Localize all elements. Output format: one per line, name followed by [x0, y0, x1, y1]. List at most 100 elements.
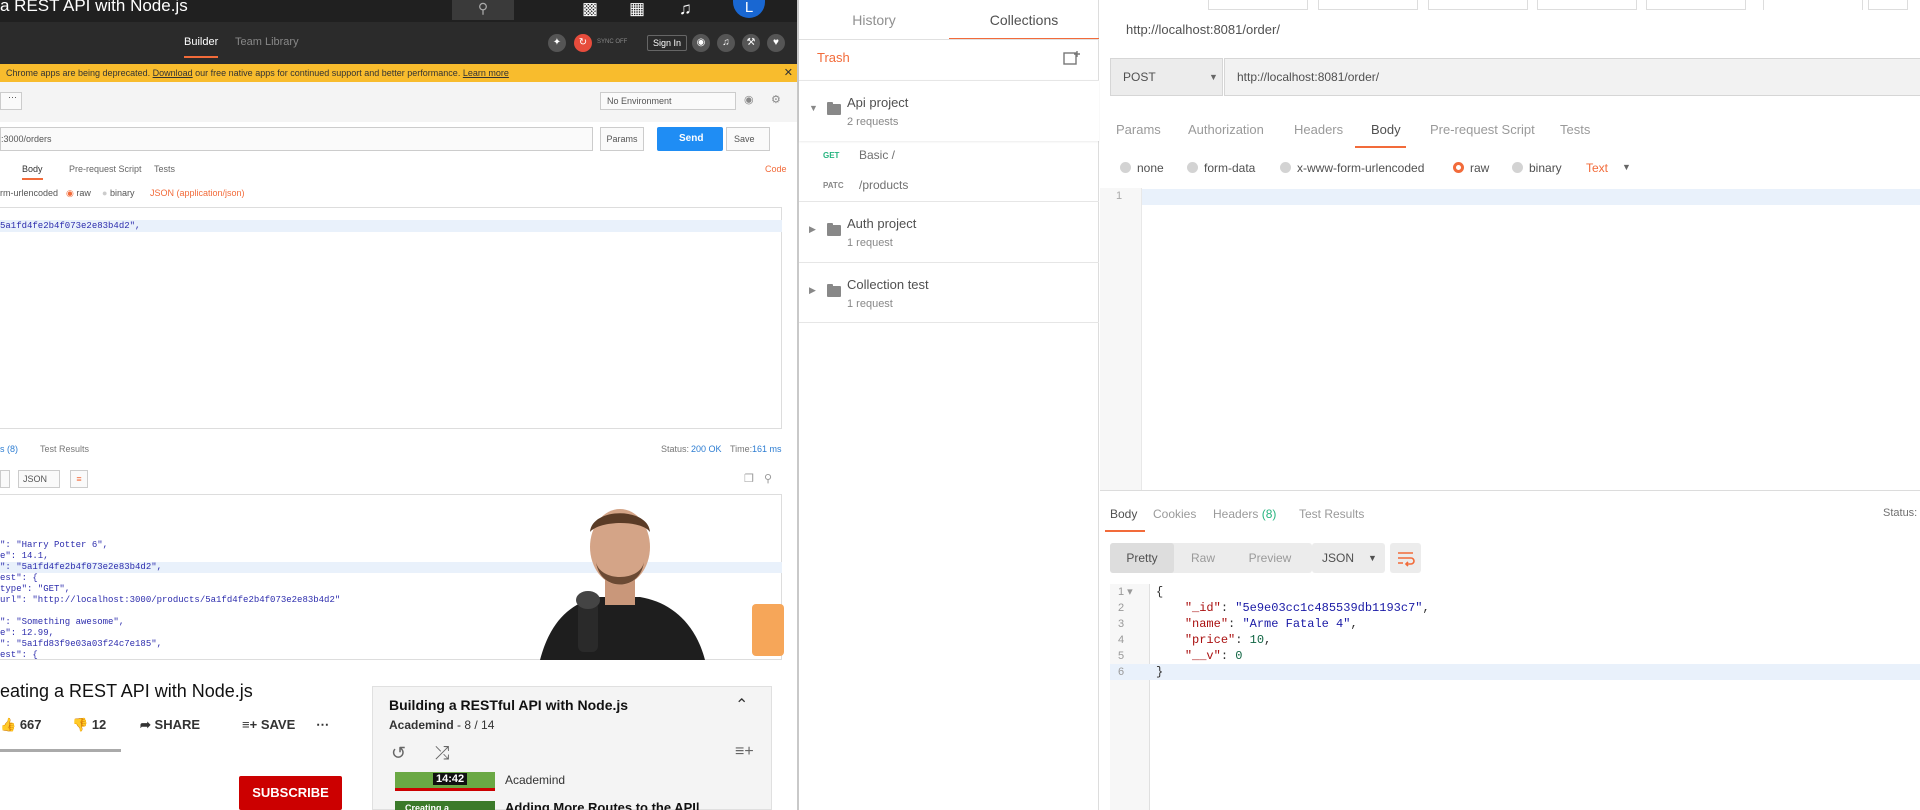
video-player[interactable]: Builder Team Library ✦ ↻ SYNC OFF Sign I… — [0, 22, 797, 660]
request-tab[interactable] — [1646, 0, 1746, 10]
video-mode-binary-label: binary — [109, 188, 135, 198]
response-tab-headers[interactable]: Headers (8) — [1213, 507, 1276, 521]
video-mode-raw-label: raw — [76, 188, 91, 198]
url-input[interactable]: http://localhost:8081/order/ — [1224, 58, 1920, 96]
video-status-value: 200 OK — [691, 444, 722, 454]
tab-collections[interactable]: Collections — [949, 0, 1099, 40]
response-tab-cookies[interactable]: Cookies — [1153, 507, 1196, 521]
like-count: 667 — [19, 717, 42, 732]
video-heart-icon: ♥ — [767, 34, 785, 52]
wrap-lines-icon[interactable] — [1390, 543, 1421, 573]
tab-body[interactable]: Body — [1371, 122, 1401, 137]
loop-icon[interactable]: ↺ — [391, 743, 406, 764]
request-tab[interactable] — [1208, 0, 1308, 10]
request-name-title: http://localhost:8081/order/ — [1126, 22, 1280, 37]
create-video-icon[interactable]: ▩ — [582, 0, 598, 18]
tab-headers[interactable]: Headers — [1294, 122, 1343, 137]
collapse-chevron-icon[interactable]: ⌃ — [735, 695, 748, 715]
view-preview-button[interactable]: Preview — [1230, 543, 1310, 573]
request-tab[interactable] — [1868, 0, 1908, 10]
playlist-title[interactable]: Building a RESTful API with Node.js — [389, 697, 628, 713]
video-eye-icon: ◉ — [744, 94, 754, 106]
more-actions-icon[interactable]: ⋯ — [316, 717, 329, 733]
request-tab[interactable] — [1537, 0, 1637, 10]
body-mode-form-data[interactable]: form-data — [1187, 161, 1255, 175]
playlist-item-title[interactable]: Adding More Routes to the API| — [505, 800, 700, 810]
view-raw-button[interactable]: Raw — [1176, 543, 1230, 573]
thumbs-up-icon: 👍 — [0, 717, 17, 732]
video-sync-icon: ↻ — [574, 34, 592, 52]
video-status-label: Status: — [661, 444, 690, 454]
tab-history[interactable]: History — [799, 0, 949, 40]
response-divider[interactable] — [1100, 490, 1920, 491]
tab-authorization[interactable]: Authorization — [1188, 122, 1264, 137]
collection-folder[interactable]: ▶ Auth project 1 request — [799, 201, 1099, 262]
video-params-button: Params — [600, 127, 644, 151]
body-mode-urlencoded[interactable]: x-www-form-urlencoded — [1280, 161, 1424, 175]
request-tab[interactable] — [1428, 0, 1528, 10]
response-gutter — [1110, 584, 1150, 810]
caret-down-icon[interactable]: ▼ — [1622, 162, 1631, 172]
chevron-down-icon[interactable]: ▼ — [809, 103, 818, 113]
avatar[interactable]: L — [733, 0, 765, 18]
share-button[interactable]: ➦ SHARE — [140, 717, 200, 733]
line-number: 4 — [1118, 634, 1125, 646]
video-bell-icon: ♫ — [717, 34, 735, 52]
search-icon[interactable]: ⚲ — [452, 0, 514, 20]
method-select[interactable]: POST ▼ — [1110, 58, 1223, 96]
headers-label: Headers — [1213, 507, 1259, 521]
trash-link[interactable]: Trash — [817, 50, 850, 65]
request-tab[interactable] — [1318, 0, 1418, 10]
share-label: SHARE — [154, 717, 201, 732]
body-editor[interactable] — [1142, 189, 1920, 205]
response-tab-test-results[interactable]: Test Results — [1299, 507, 1364, 521]
save-button[interactable]: ≡+ SAVE — [242, 717, 295, 732]
request-item[interactable]: PATC /products — [799, 171, 1099, 201]
body-mode-label: raw — [1470, 161, 1490, 175]
playlist-item-thumbnail[interactable]: Creating a — [395, 801, 495, 810]
video-resp-line: ": "Harry Potter 6", — [0, 540, 109, 550]
banner-text: Chrome apps are being deprecated. — [6, 68, 151, 78]
collection-folder[interactable]: ▶ Collection test 1 request — [799, 262, 1099, 323]
video-mode-raw: ◉ raw — [66, 188, 91, 198]
body-mode-none[interactable]: none — [1120, 161, 1164, 175]
new-collection-icon[interactable] — [1063, 50, 1081, 66]
body-mode-binary[interactable]: binary — [1512, 161, 1562, 175]
collection-folder[interactable]: ▼ Api project 2 requests — [799, 80, 1099, 141]
like-button[interactable]: 👍 667 — [0, 717, 42, 733]
view-pretty-button[interactable]: Pretty — [1110, 543, 1174, 573]
collection-count: 1 request — [847, 298, 893, 310]
playlist-add-icon: ≡+ — [242, 717, 258, 732]
subscribe-button[interactable]: SUBSCRIBE — [239, 776, 342, 810]
playlist-channel[interactable]: Academind — [389, 718, 454, 732]
video-wrench-icon: ⚒ — [742, 34, 760, 52]
request-tab[interactable] — [1763, 0, 1863, 10]
json-close-brace: } — [1156, 665, 1164, 679]
tab-pre-request-script[interactable]: Pre-request Script — [1430, 122, 1535, 137]
apps-grid-icon[interactable]: ▦ — [629, 0, 645, 18]
chevron-right-icon[interactable]: ▶ — [809, 224, 816, 235]
body-type-select[interactable]: Text — [1586, 161, 1608, 175]
video-resp-line: ": "Something awesome", — [0, 617, 125, 627]
caret-down-icon: ▼ — [1368, 553, 1377, 563]
video-settings-icon: ⚙ — [771, 94, 781, 106]
response-format-select[interactable]: JSON ▼ — [1312, 543, 1385, 573]
json-line: "_id": "5e9e03cc1c485539db1193c7", — [1184, 601, 1430, 615]
request-method: GET — [823, 151, 840, 160]
chevron-right-icon[interactable]: ▶ — [809, 285, 816, 296]
video-copy-icon: ❐ — [744, 473, 754, 485]
body-mode-label: form-data — [1204, 161, 1256, 175]
video-mode-urlencoded: rm-urlencoded — [0, 188, 59, 198]
response-tab-body[interactable]: Body — [1110, 507, 1137, 521]
tab-tests[interactable]: Tests — [1560, 122, 1590, 137]
tab-params[interactable]: Params — [1116, 122, 1161, 137]
playlist-save-icon[interactable]: ≡+ — [735, 743, 754, 761]
shuffle-icon[interactable]: ⤮ — [435, 743, 449, 764]
video-tab-builder: Builder — [184, 36, 219, 58]
dislike-button[interactable]: 👎 12 — [72, 717, 106, 733]
video-postman-logo — [752, 604, 784, 656]
youtube-topbar: a REST API with Node.js ⚲ ▩ ▦ ♫ L — [0, 0, 797, 22]
request-item[interactable]: GET Basic / — [799, 141, 1099, 171]
notifications-bell-icon[interactable]: ♫ — [679, 0, 692, 18]
body-mode-raw[interactable]: raw — [1453, 161, 1489, 175]
